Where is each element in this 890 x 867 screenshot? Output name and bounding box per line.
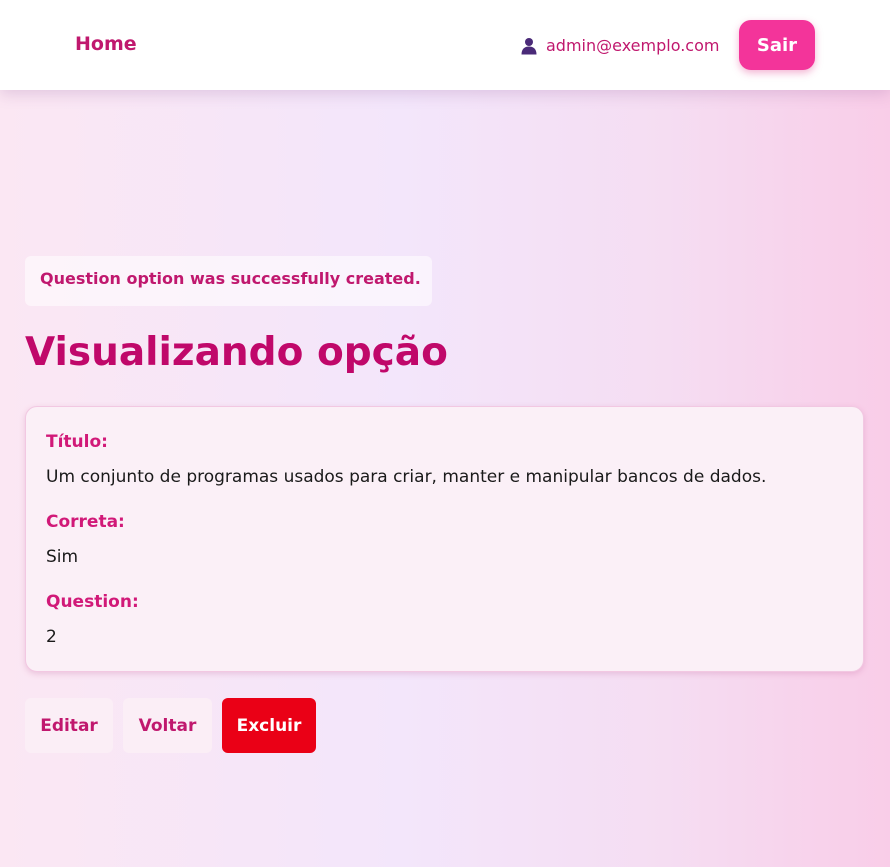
- success-notice: Question option was successfully created…: [25, 256, 432, 306]
- correct-field-label: Correta:: [46, 512, 125, 532]
- correct-field-value: Sim: [46, 547, 79, 567]
- question-field-label: Question:: [46, 592, 139, 612]
- question-field-value: 2: [46, 627, 57, 647]
- page-title: Visualizando opção: [25, 330, 448, 375]
- nav-user: admin@exemplo.com: [520, 36, 719, 55]
- title-field-label: Título:: [46, 432, 108, 452]
- delete-button[interactable]: Excluir: [222, 698, 316, 753]
- logout-button[interactable]: Sair: [739, 20, 815, 70]
- user-email: admin@exemplo.com: [546, 36, 720, 55]
- navbar: Home admin@exemplo.com Sair: [0, 0, 890, 90]
- title-field-value: Um conjunto de programas usados para cri…: [46, 467, 767, 487]
- user-icon: [520, 37, 538, 55]
- nav-home-link[interactable]: Home: [75, 33, 137, 55]
- details-card: Título: Um conjunto de programas usados …: [25, 406, 864, 672]
- edit-button[interactable]: Editar: [25, 698, 113, 753]
- back-button[interactable]: Voltar: [123, 698, 212, 753]
